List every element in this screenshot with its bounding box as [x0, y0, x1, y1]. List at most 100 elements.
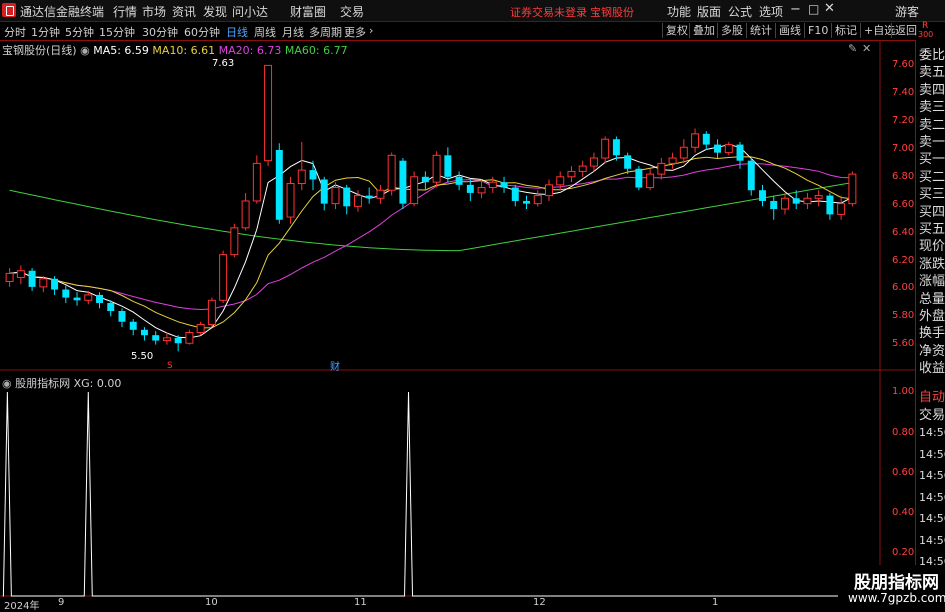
xg-signal-polyline [2, 391, 915, 597]
button-huaxian[interactable]: 画线 [775, 23, 801, 38]
tab-more[interactable]: 更多 [344, 24, 366, 40]
minimize-icon[interactable]: − [790, 2, 801, 17]
button-biaoji[interactable]: 标记 [831, 23, 857, 38]
button-back[interactable]: 返回 [891, 23, 917, 38]
low-price-label: 5.50 [131, 351, 154, 362]
menu-banmian[interactable]: 版面 [697, 3, 721, 20]
candle-body [848, 173, 857, 205]
marker-cai: 财 [330, 362, 340, 373]
close-chart-icon[interactable]: ✕ [862, 42, 871, 55]
candle-body [724, 144, 733, 154]
menu-xuanxiang[interactable]: 选项 [759, 3, 783, 20]
candle-body [432, 154, 441, 183]
quote-label: 外盘 [919, 309, 945, 324]
tab-60min[interactable]: 60分钟 [184, 24, 220, 40]
login-notice[interactable]: 证券交易未登录 [510, 4, 587, 20]
button-fuquan[interactable]: 复权 [662, 23, 688, 38]
button-f10[interactable]: F10 [804, 23, 828, 38]
candle-body [39, 278, 48, 288]
candle-body [601, 138, 610, 159]
candle-body [533, 195, 542, 205]
candle-body [668, 157, 677, 164]
button-diejia[interactable]: 叠加 [689, 23, 715, 38]
xg-signal-line [2, 391, 915, 597]
candle-body [511, 187, 519, 201]
candle-body [747, 160, 755, 191]
stock-link[interactable]: 宝钢股份 [590, 4, 634, 20]
button-add-watchlist[interactable]: +自选 [860, 23, 895, 38]
candle-body [207, 299, 216, 325]
candle-body [612, 139, 620, 156]
quote-label: 卖一 [919, 135, 945, 150]
candle-body [252, 162, 261, 202]
candle-body [624, 155, 632, 169]
candle-body [286, 183, 295, 218]
indicator-tick: 0.80 [892, 427, 915, 438]
candle-body [466, 184, 474, 193]
price-tick: 5.60 [892, 338, 915, 349]
ma20-label: MA20: 6.73 [218, 44, 282, 57]
trade-time-label: 14:56 [919, 447, 945, 461]
menu-zixun[interactable]: 资讯 [172, 3, 196, 20]
quote-label: 收益 [919, 361, 945, 377]
menu-gongneng[interactable]: 功能 [667, 3, 691, 20]
candle-body [353, 195, 362, 207]
price-tick: 6.40 [892, 227, 915, 238]
maximize-icon[interactable]: □ [808, 2, 819, 16]
menu-faxian[interactable]: 发现 [203, 3, 227, 20]
tab-5min[interactable]: 5分钟 [65, 24, 94, 40]
tab-monthly[interactable]: 月线 [282, 24, 304, 40]
tab-multi-period[interactable]: 多周期 [309, 24, 342, 40]
tab-1min[interactable]: 1分钟 [31, 24, 60, 40]
price-tick: 7.00 [892, 143, 915, 154]
guest-label[interactable]: 游客 [895, 3, 919, 20]
x-label-year: 2024年 [4, 601, 40, 612]
candle-body [679, 146, 688, 159]
tab-fenshi[interactable]: 分时 [4, 24, 26, 40]
button-tongji[interactable]: 统计 [746, 23, 772, 38]
indicator-name: 股朋指标网 [15, 377, 71, 390]
price-tick: 5.80 [892, 310, 915, 321]
tab-30min[interactable]: 30分钟 [142, 24, 178, 40]
stock-name: 宝钢股份(日线) [2, 44, 77, 57]
candle-body [736, 144, 744, 161]
draw-tool-icon[interactable]: ✎ [848, 42, 857, 55]
ma10-polyline [9, 156, 853, 329]
kline-chart[interactable] [0, 40, 915, 609]
chevron-right-icon[interactable]: › [369, 24, 373, 37]
candle-body [444, 155, 452, 177]
x-label-dec: 12 [533, 597, 546, 608]
menu-hangqing[interactable]: 行情 [113, 3, 137, 20]
menu-shichang[interactable]: 市场 [142, 3, 166, 20]
candles [5, 64, 857, 352]
auto-label[interactable]: 自动 [919, 386, 945, 405]
candle-body [365, 195, 373, 199]
tab-15min[interactable]: 15分钟 [99, 24, 135, 40]
candle-body [410, 176, 419, 205]
indicator-header: ◉ 股朋指标网 XG: 0.00 [2, 375, 121, 391]
menu-jiaoyi[interactable]: 交易 [340, 3, 364, 20]
candle-body [455, 176, 463, 185]
tab-weekly[interactable]: 周线 [254, 24, 276, 40]
button-duogu[interactable]: 多股 [717, 23, 743, 38]
quote-label: 卖五 [919, 65, 945, 81]
candle-body [826, 195, 834, 215]
ma5-line [9, 144, 853, 339]
quote-label: 买一 [919, 152, 945, 168]
tab-daily[interactable]: 日线 [226, 24, 248, 40]
trade-label[interactable]: 交易 [919, 404, 945, 423]
settings-circle-icon[interactable]: ◉ [80, 44, 90, 57]
indicator-circle-icon[interactable]: ◉ [2, 377, 12, 390]
candle-body [523, 200, 530, 204]
candle-body [770, 200, 778, 210]
close-icon[interactable]: ✕ [824, 1, 835, 16]
menu-wenxiaoda[interactable]: 问小达 [232, 3, 268, 20]
menu-gongshi[interactable]: 公式 [728, 3, 752, 20]
candle-body [275, 149, 283, 220]
ma10-line [9, 156, 853, 329]
candle-body [174, 337, 182, 344]
menu-caifuquan[interactable]: 财富圈 [290, 3, 326, 20]
candle-body [759, 190, 766, 201]
candle-body [589, 157, 598, 167]
candle-body [343, 187, 351, 207]
